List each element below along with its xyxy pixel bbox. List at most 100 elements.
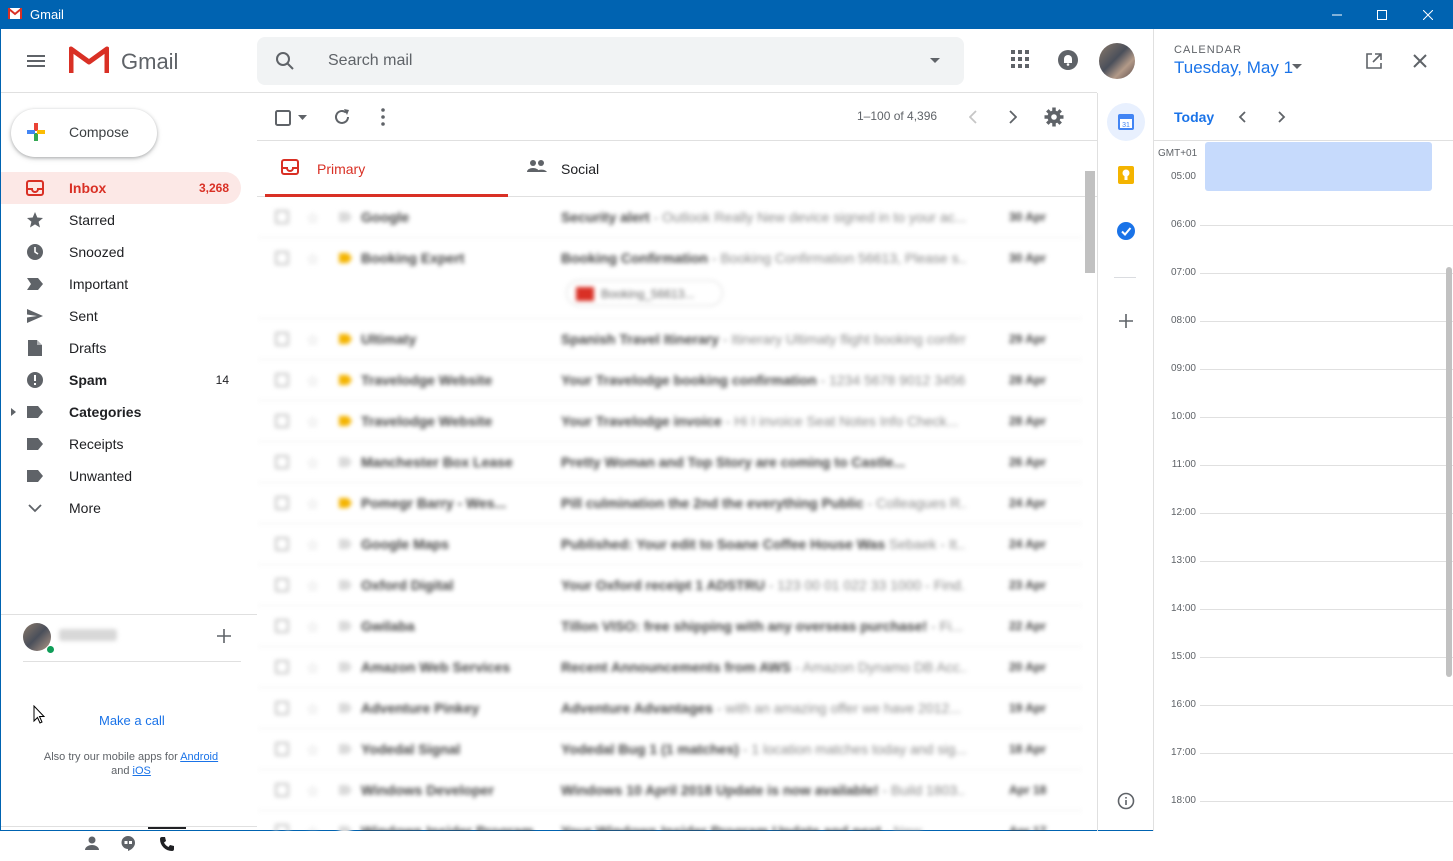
importance-marker-icon[interactable]: [339, 744, 352, 754]
importance-marker-icon[interactable]: [339, 580, 352, 590]
hour-row[interactable]: 08:00: [1154, 315, 1453, 369]
sidebar-item-inbox[interactable]: Inbox 3,268: [1, 172, 241, 204]
email-row[interactable]: ☆ Google Security alert - Outlook Really N…: [257, 197, 1083, 238]
star-outline-icon[interactable]: ☆: [306, 372, 319, 390]
row-checkbox[interactable]: [275, 496, 289, 510]
phone-icon[interactable]: [159, 836, 175, 852]
star-outline-icon[interactable]: ☆: [306, 577, 319, 595]
hour-row[interactable]: 10:00: [1154, 411, 1453, 465]
main-menu-button[interactable]: [23, 49, 51, 73]
sidebar-item-spam[interactable]: Spam 14: [1, 364, 241, 396]
importance-marker-icon[interactable]: [339, 212, 352, 222]
attachment-chip[interactable]: Booking_56613...: [566, 280, 723, 306]
select-dropdown-icon[interactable]: [298, 115, 307, 121]
info-icon[interactable]: [1110, 785, 1142, 817]
calendar-date-selector[interactable]: Tuesday, May 1: [1174, 58, 1293, 78]
gmail-logo-icon[interactable]: [69, 45, 109, 75]
importance-marker-icon[interactable]: [339, 621, 352, 631]
sidebar-item-unwanted[interactable]: Unwanted: [1, 460, 241, 492]
importance-marker-icon[interactable]: [339, 826, 352, 831]
email-row[interactable]: ☆ Travelodge Website Your Travelodge invoi…: [257, 401, 1083, 442]
row-checkbox[interactable]: [275, 210, 289, 224]
importance-marker-icon[interactable]: [339, 334, 352, 344]
sidebar-item-snoozed[interactable]: Snoozed: [1, 236, 241, 268]
search-icon[interactable]: [275, 51, 295, 71]
hour-row[interactable]: 12:00: [1154, 507, 1453, 561]
sidebar-item-categories[interactable]: Categories: [1, 396, 241, 428]
sidebar-item-more[interactable]: More: [1, 492, 241, 524]
android-link[interactable]: Android: [180, 751, 218, 763]
email-row[interactable]: ☆ Booking Expert Booking Confirmation - Bo…: [257, 238, 1083, 319]
row-checkbox[interactable]: [275, 414, 289, 428]
row-checkbox[interactable]: [275, 701, 289, 715]
star-outline-icon[interactable]: ☆: [306, 700, 319, 718]
hour-row[interactable]: 07:00: [1154, 267, 1453, 321]
row-checkbox[interactable]: [275, 742, 289, 756]
hangouts-user-name[interactable]: [59, 629, 117, 641]
next-day-chevron-icon[interactable]: [1278, 111, 1286, 123]
importance-marker-icon[interactable]: [339, 375, 352, 385]
importance-marker-icon[interactable]: [339, 785, 352, 795]
importance-marker-icon[interactable]: [339, 703, 352, 713]
get-addons-plus-icon[interactable]: [1110, 305, 1142, 337]
hour-row[interactable]: 09:00: [1154, 363, 1453, 417]
sidebar-item-receipts[interactable]: Receipts: [1, 428, 241, 460]
row-checkbox[interactable]: [275, 824, 289, 831]
email-row[interactable]: ☆ Travelodge Website Your Travelodge booki…: [257, 360, 1083, 401]
expand-arrow-icon[interactable]: [11, 408, 17, 416]
star-outline-icon[interactable]: ☆: [306, 413, 319, 431]
hour-row[interactable]: 18:00: [1154, 795, 1453, 849]
importance-marker-icon[interactable]: [339, 457, 352, 467]
keep-bulb-icon[interactable]: [1110, 159, 1142, 191]
star-outline-icon[interactable]: ☆: [306, 782, 319, 800]
calendar-event[interactable]: [1205, 142, 1432, 191]
notifications-bell-icon[interactable]: [1057, 49, 1079, 71]
row-checkbox[interactable]: [275, 783, 289, 797]
email-row[interactable]: ☆ Windows Developer Windows 10 April 2018 …: [257, 770, 1083, 811]
email-row[interactable]: ☆ Pomegr Barry - Wes... Pill culmination t…: [257, 483, 1083, 524]
tab-social[interactable]: Social: [517, 141, 760, 197]
scrollbar-thumb[interactable]: [1085, 171, 1095, 273]
date-dropdown-icon[interactable]: [1292, 64, 1302, 70]
more-options-vertical-icon[interactable]: [381, 108, 385, 126]
row-checkbox[interactable]: [275, 660, 289, 674]
search-bar[interactable]: Search mail: [257, 37, 964, 85]
phone-tab-selected[interactable]: [148, 827, 186, 861]
ios-link[interactable]: iOS: [133, 765, 151, 777]
add-contact-plus-icon[interactable]: [217, 629, 231, 643]
star-outline-icon[interactable]: ☆: [306, 209, 319, 227]
star-outline-icon[interactable]: ☆: [306, 495, 319, 513]
hangouts-chat-icon[interactable]: [120, 835, 136, 852]
refresh-icon[interactable]: [333, 108, 351, 126]
importance-marker-icon[interactable]: [339, 539, 352, 549]
make-a-call-link[interactable]: Make a call: [99, 713, 165, 728]
hour-row[interactable]: 13:00: [1154, 555, 1453, 609]
search-options-dropdown-icon[interactable]: [929, 57, 941, 65]
row-checkbox[interactable]: [275, 251, 289, 265]
calendar-app-icon[interactable]: 31: [1107, 103, 1145, 141]
email-row[interactable]: ☆ Windows Insider Program Your Windows Ins…: [257, 811, 1083, 831]
hour-row[interactable]: 15:00: [1154, 651, 1453, 705]
app-name[interactable]: Gmail: [121, 49, 178, 75]
email-row[interactable]: ☆ Ultimaty Spanish Travel Itinerary - Itin…: [257, 319, 1083, 360]
sidebar-item-drafts[interactable]: Drafts: [1, 332, 241, 364]
star-outline-icon[interactable]: ☆: [306, 741, 319, 759]
sidebar-item-starred[interactable]: Starred: [1, 204, 241, 236]
hour-row[interactable]: 17:00: [1154, 747, 1453, 801]
tab-primary[interactable]: Primary: [265, 141, 508, 197]
hour-row[interactable]: 14:00: [1154, 603, 1453, 657]
star-outline-icon[interactable]: ☆: [306, 659, 319, 677]
star-outline-icon[interactable]: ☆: [306, 823, 319, 831]
hour-row[interactable]: 16:00: [1154, 699, 1453, 753]
hour-row[interactable]: 06:00: [1154, 219, 1453, 273]
sidebar-item-sent[interactable]: Sent: [1, 300, 241, 332]
email-list-scrollbar[interactable]: [1083, 171, 1097, 831]
star-outline-icon[interactable]: ☆: [306, 536, 319, 554]
tasks-check-icon[interactable]: [1110, 215, 1142, 247]
contacts-person-icon[interactable]: [84, 835, 100, 851]
row-checkbox[interactable]: [275, 619, 289, 633]
row-checkbox[interactable]: [275, 373, 289, 387]
sidebar-item-important[interactable]: Important: [1, 268, 241, 300]
close-calendar-icon[interactable]: [1412, 53, 1428, 69]
prev-day-chevron-icon[interactable]: [1238, 111, 1246, 123]
